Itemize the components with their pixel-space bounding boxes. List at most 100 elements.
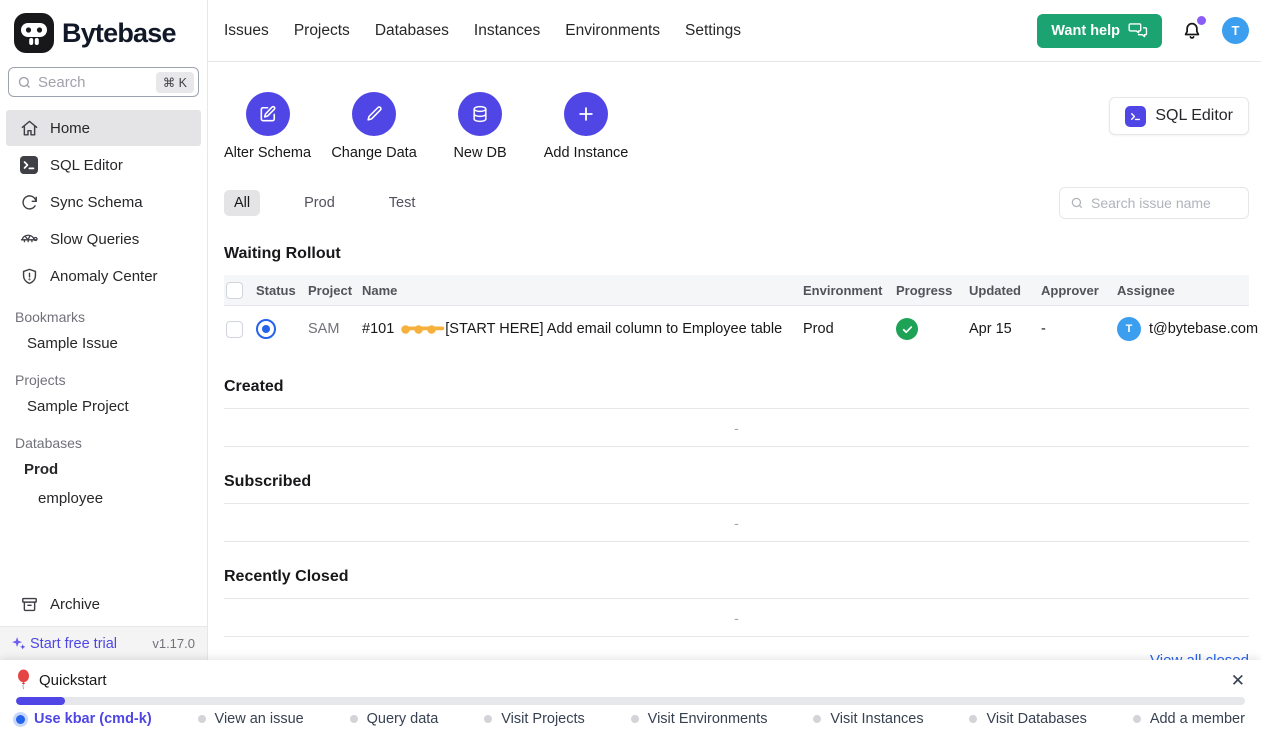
nav-projects[interactable]: Projects (294, 22, 350, 40)
archive-icon (19, 594, 39, 614)
issue-assignee: T t@bytebase.com (1117, 317, 1249, 341)
shield-alert-icon (19, 266, 39, 286)
sidebar-item-slow-queries[interactable]: Slow Queries (6, 221, 201, 257)
alter-schema-button[interactable]: Alter Schema (224, 92, 311, 161)
issue-search[interactable] (1059, 187, 1249, 219)
tab-test[interactable]: Test (379, 190, 426, 216)
sync-icon (19, 192, 39, 212)
bytebase-logo-icon (14, 13, 54, 53)
notification-bell[interactable] (1179, 18, 1205, 44)
sidebar-item-label: Archive (50, 596, 100, 613)
sidebar-item-anomaly-center[interactable]: Anomaly Center (6, 258, 201, 294)
assignee-avatar: T (1117, 317, 1141, 341)
top-header: Issues Projects Databases Instances Envi… (208, 0, 1261, 62)
home-content: Alter Schema Change Data N (208, 62, 1261, 660)
sidebar-search-input[interactable] (38, 74, 150, 91)
sidebar-item-employee[interactable]: employee (0, 484, 207, 513)
step-dot (969, 715, 977, 723)
pointing-right-emoji: 👉👉👉 (400, 322, 439, 336)
progress-done-icon (896, 318, 918, 340)
close-icon[interactable]: ✕ (1231, 672, 1245, 689)
select-all-checkbox[interactable] (226, 282, 243, 299)
sidebar-item-archive[interactable]: Archive (6, 586, 201, 622)
sidebar-item-label: Home (50, 120, 90, 137)
start-free-trial-link[interactable]: Start free trial (10, 635, 117, 652)
plus-icon (564, 92, 608, 136)
row-checkbox[interactable] (226, 321, 243, 338)
home-icon (19, 118, 39, 138)
sidebar-item-home[interactable]: Home (6, 110, 201, 146)
issue-row[interactable]: SAM #101 👉👉👉 [START HERE] Add email colu… (224, 306, 1249, 352)
sidebar-search[interactable]: ⌘ K (8, 67, 199, 97)
pencil-icon (352, 92, 396, 136)
col-assignee: Assignee (1117, 283, 1249, 298)
issue-search-input[interactable] (1091, 195, 1238, 211)
nav-instances[interactable]: Instances (474, 22, 540, 40)
issue-name: #101 👉👉👉 [START HERE] Add email column t… (362, 321, 803, 337)
nav-issues[interactable]: Issues (224, 22, 269, 40)
sidebar-section-databases: Databases (0, 421, 207, 455)
col-environment: Environment (803, 283, 896, 298)
quickstart-title: Quickstart (39, 672, 107, 689)
step-query-data[interactable]: Query data (350, 711, 439, 727)
step-visit-instances[interactable]: Visit Instances (813, 711, 923, 727)
sidebar-item-sql-editor[interactable]: SQL Editor (6, 147, 201, 183)
issue-environment: Prod (803, 321, 896, 337)
step-visit-databases[interactable]: Visit Databases (969, 711, 1086, 727)
step-visit-environments[interactable]: Visit Environments (631, 711, 768, 727)
subscribed-title: Subscribed (224, 473, 1249, 503)
sparkles-icon (10, 635, 27, 652)
sidebar-item-label: SQL Editor (50, 157, 123, 174)
step-add-a-member[interactable]: Add a member (1133, 711, 1245, 727)
sidebar-item-sample-project[interactable]: Sample Project (0, 392, 207, 421)
sidebar-nav: Home SQL Editor Sync Schema (0, 107, 207, 585)
top-nav: Issues Projects Databases Instances Envi… (224, 22, 741, 40)
recently-closed-title: Recently Closed (224, 568, 1249, 598)
want-help-label: Want help (1051, 23, 1120, 39)
want-help-button[interactable]: Want help (1037, 14, 1162, 48)
sidebar-item-sync-schema[interactable]: Sync Schema (6, 184, 201, 220)
add-instance-button[interactable]: Add Instance (543, 92, 629, 161)
terminal-icon (19, 155, 39, 175)
step-visit-projects[interactable]: Visit Projects (484, 711, 585, 727)
quickstart-steps: Use kbar (cmd-k) View an issue Query dat… (0, 705, 1261, 733)
step-view-an-issue[interactable]: View an issue (198, 711, 304, 727)
search-shortcut-badge: ⌘ K (156, 72, 194, 93)
sidebar-item-label: Slow Queries (50, 231, 139, 248)
quickstart-progress-fill (16, 697, 65, 705)
sidebar-item-prod[interactable]: Prod (0, 455, 207, 484)
sidebar-item-label: Anomaly Center (50, 268, 158, 285)
col-updated: Updated (969, 283, 1041, 298)
nav-environments[interactable]: Environments (565, 22, 660, 40)
bytebase-app: Bytebase ⌘ K Home (0, 0, 1261, 733)
sidebar-item-sample-issue[interactable]: Sample Issue (0, 329, 207, 358)
nav-settings[interactable]: Settings (685, 22, 741, 40)
subscribed-empty: - (224, 504, 1249, 541)
new-db-button[interactable]: New DB (437, 92, 523, 161)
col-name: Name (362, 283, 803, 298)
tab-prod[interactable]: Prod (294, 190, 345, 216)
step-dot (631, 715, 639, 723)
col-progress: Progress (896, 283, 969, 298)
user-avatar[interactable]: T (1222, 17, 1249, 44)
turtle-icon (19, 229, 39, 249)
step-use-kbar[interactable]: Use kbar (cmd-k) (16, 711, 152, 727)
trial-label: Start free trial (30, 636, 117, 652)
sql-editor-button[interactable]: SQL Editor (1109, 97, 1249, 135)
change-data-button[interactable]: Change Data (331, 92, 417, 161)
search-icon (17, 75, 32, 90)
logo[interactable]: Bytebase (0, 0, 207, 63)
waiting-rollout-title: Waiting Rollout (224, 245, 1249, 275)
open-status-icon (256, 319, 276, 339)
view-all-closed-link[interactable]: View all closed (1150, 652, 1249, 660)
issue-updated: Apr 15 (969, 321, 1041, 337)
sidebar-section-projects: Projects (0, 358, 207, 392)
chat-bubbles-icon (1128, 22, 1148, 39)
tab-all[interactable]: All (224, 190, 260, 216)
nav-databases[interactable]: Databases (375, 22, 449, 40)
search-icon (1070, 196, 1084, 210)
logo-wordmark: Bytebase (62, 18, 176, 49)
quick-action-label: Add Instance (544, 145, 629, 161)
balloon-icon (16, 669, 31, 691)
quick-action-label: New DB (453, 145, 506, 161)
